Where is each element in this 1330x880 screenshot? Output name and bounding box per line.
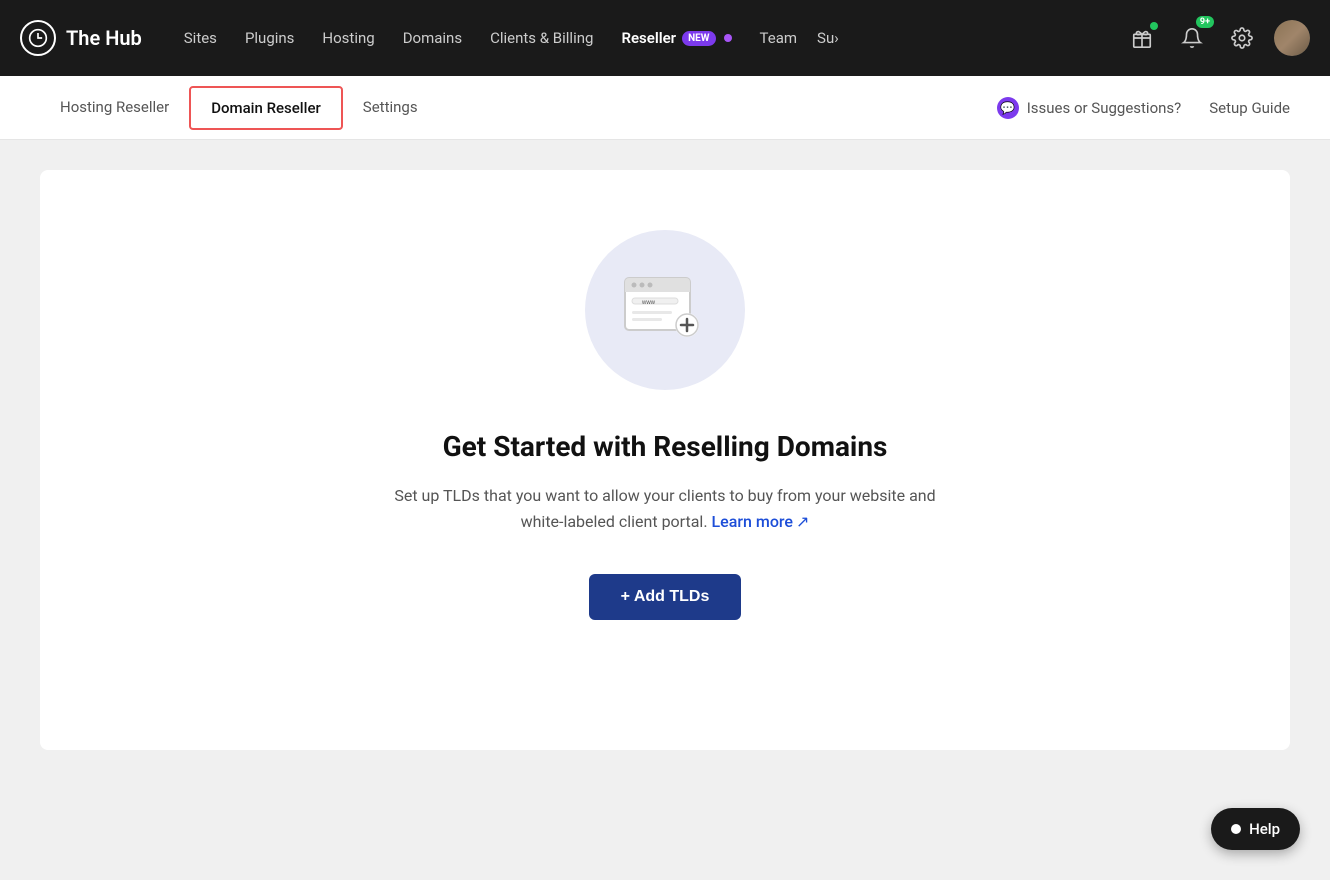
logo-text: The Hub [66,26,142,50]
new-badge: NEW [682,31,715,46]
gift-button[interactable] [1124,20,1160,56]
gift-dot [1150,22,1158,30]
learn-more-link[interactable]: Learn more↗ [712,512,810,531]
nav-domains[interactable]: Domains [391,21,474,55]
external-link-icon: ↗ [796,512,809,531]
nav-team[interactable]: Team [748,21,810,55]
avatar-image [1274,20,1310,56]
navbar: The Hub Sites Plugins Hosting Domains Cl… [0,0,1330,76]
tab-settings[interactable]: Settings [343,76,438,140]
tab-hosting-reseller[interactable]: Hosting Reseller [40,76,189,140]
help-button[interactable]: Help [1211,808,1300,850]
main-description: Set up TLDs that you want to allow your … [385,483,945,534]
nav-more[interactable]: Su› [813,21,843,55]
tabs-bar: Hosting Reseller Domain Reseller Setting… [0,76,1330,140]
tabs-right: 💬 Issues or Suggestions? Setup Guide [997,97,1290,119]
content-card: www Get Started with Reselling Domains S… [40,170,1290,750]
nav-clients-billing[interactable]: Clients & Billing [478,21,605,55]
feedback-icon: 💬 [997,97,1019,119]
nav-hosting[interactable]: Hosting [310,21,386,55]
add-tlds-button[interactable]: + Add TLDs [589,574,742,620]
settings-button[interactable] [1224,20,1260,56]
tab-domain-reseller[interactable]: Domain Reseller [189,86,343,130]
help-icon [1231,824,1241,834]
logo-icon [20,20,56,56]
svg-text:www: www [641,300,656,306]
notifications-badge: 9+ [1196,16,1214,28]
nav-plugins[interactable]: Plugins [233,21,306,55]
main-title: Get Started with Reselling Domains [443,430,888,463]
reseller-dot [724,34,732,42]
issues-suggestions-button[interactable]: 💬 Issues or Suggestions? [997,97,1182,119]
nav-sites[interactable]: Sites [172,21,229,55]
tabs-left: Hosting Reseller Domain Reseller Setting… [40,76,997,140]
avatar[interactable] [1274,20,1310,56]
nav-reseller[interactable]: Reseller NEW [609,21,743,55]
domain-illustration: www [585,230,745,390]
notifications-button[interactable]: 9+ [1174,20,1210,56]
logo[interactable]: The Hub [20,20,142,56]
nav-links: Sites Plugins Hosting Domains Clients & … [172,21,1124,55]
setup-guide-link[interactable]: Setup Guide [1209,99,1290,117]
nav-right: 9+ [1124,20,1310,56]
main-content: www Get Started with Reselling Domains S… [0,140,1330,780]
